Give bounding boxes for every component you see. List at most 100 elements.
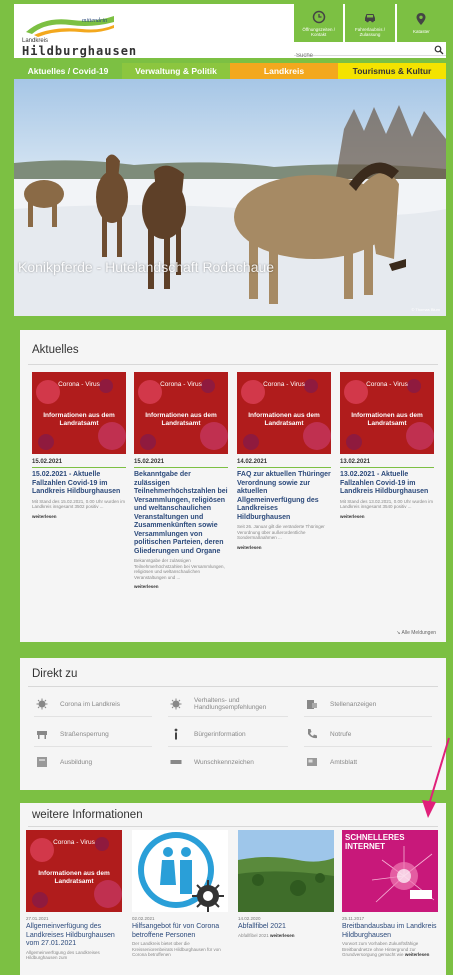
corona-news-image: Corona - Virus Informationen aus dem Lan… bbox=[134, 372, 228, 454]
direkt-item-label: Bürgerinformation bbox=[194, 730, 246, 738]
read-more-link[interactable]: weiterlesen bbox=[237, 545, 331, 550]
corona-news-image: Corona - Virus Informationen aus dem Lan… bbox=[32, 372, 126, 454]
nav-item-landkreis[interactable]: Landkreis bbox=[230, 63, 338, 79]
direkt-item-label: Stellenanzeigen bbox=[330, 700, 377, 708]
newspaper-icon bbox=[307, 758, 317, 766]
news-title[interactable]: Bekanntgabe der zulässigen Teilnehmerhöc… bbox=[134, 471, 228, 556]
info-title[interactable]: Breitbandausbau im Landkreis Hildburghau… bbox=[342, 923, 438, 940]
all-news-label: Alle Meldungen bbox=[401, 630, 436, 636]
logo-big-text: Hildburghausen bbox=[22, 44, 138, 58]
hero-credit: © Thomas Blum bbox=[411, 307, 440, 312]
hero-caption: Konikpferde - Hutelandschaft Rodachaue bbox=[18, 259, 275, 275]
seniors-icon bbox=[138, 832, 224, 912]
main-nav: Aktuelles / Covid-19 Verwaltung & Politi… bbox=[14, 63, 446, 79]
nav-item-verwaltung[interactable]: Verwaltung & Politik bbox=[122, 63, 230, 79]
news-date: 13.02.2021 bbox=[340, 459, 434, 468]
direkt-item-label: Verhaltens- und Handlungsempfehlungen bbox=[194, 697, 267, 711]
news-excerpt: Bekanntgabe der zulässigen Teilnehmerhöc… bbox=[134, 558, 225, 580]
direkt-item-wunschkennzeichen[interactable]: Wunschkennzeichen bbox=[170, 754, 254, 770]
divider bbox=[28, 686, 438, 687]
read-more-link[interactable]: weiterlesen bbox=[134, 584, 228, 589]
hero-image bbox=[14, 79, 446, 316]
phone-icon bbox=[308, 729, 317, 739]
info-date: 02.02.2021 bbox=[132, 916, 155, 921]
education-icon bbox=[37, 757, 47, 767]
direkt-item-ausbildung[interactable]: Ausbildung bbox=[36, 754, 92, 770]
info-excerpt: Vorwort zum Vorhaben Zukunftsfähige Brei… bbox=[342, 941, 438, 958]
read-more-link[interactable]: weiterlesen bbox=[32, 514, 126, 519]
image-text: Informationen aus dem Landratsamt bbox=[351, 412, 423, 427]
divider bbox=[304, 716, 432, 717]
direkt-item-stellenanzeigen[interactable]: Stellenanzeigen bbox=[306, 696, 376, 712]
direkt-item-label: Notrufe bbox=[330, 730, 352, 738]
aktuelles-title: Aktuelles bbox=[32, 344, 79, 356]
direkt-item-amtsblatt[interactable]: Amtsblatt bbox=[306, 754, 357, 770]
image-text: Informationen aus dem Landratsamt bbox=[248, 412, 320, 427]
direkt-item-label: Amtsblatt bbox=[330, 758, 358, 766]
direkt-item-verhaltensempfehlungen[interactable]: Verhaltens- und Handlungsempfehlungen bbox=[170, 696, 289, 712]
image-text: Informationen aus dem Landratsamt bbox=[145, 412, 217, 427]
news-card[interactable]: Corona - Virus Informationen aus dem Lan… bbox=[32, 372, 126, 519]
read-more-link[interactable]: weiterlesen bbox=[405, 952, 430, 957]
divider bbox=[28, 826, 438, 827]
corona-news-image: Corona - Virus Informationen aus dem Lan… bbox=[237, 372, 331, 454]
direkt-item-strassensperrung[interactable]: Straßensperrung bbox=[36, 726, 109, 742]
info-card[interactable]: 02.02.2021 Hilfsangebot für von Corona b… bbox=[132, 830, 228, 958]
network-burst-icon bbox=[371, 846, 435, 903]
seniors-help-image bbox=[132, 830, 228, 912]
quick-link-label: Kataster bbox=[412, 29, 430, 34]
site-header: mittendrin Landkreis Hildburghausen Öffn… bbox=[14, 4, 446, 62]
corona-news-image: Corona - Virus Informationen aus dem Lan… bbox=[340, 372, 434, 454]
news-card[interactable]: Corona - Virus Informationen aus dem Lan… bbox=[134, 372, 228, 589]
direkt-zu-panel: Direkt zu Corona im Landkreis Verhaltens… bbox=[20, 658, 446, 790]
info-title[interactable]: Hilfsangebot für von Corona betroffene P… bbox=[132, 923, 228, 940]
direkt-item-notrufe[interactable]: Notrufe bbox=[306, 726, 351, 742]
divider bbox=[304, 746, 432, 747]
image-heading: Corona - Virus bbox=[53, 839, 95, 846]
search-input[interactable] bbox=[294, 50, 424, 62]
read-more-link[interactable]: weiterlesen bbox=[270, 933, 295, 938]
news-excerpt: Seit 26. Januar gilt die veränderte Thür… bbox=[237, 524, 325, 540]
quick-link-opening-hours[interactable]: Öffnungszeiten / Kontakt bbox=[294, 4, 344, 42]
quick-link-driving-license[interactable]: Fahrerlaubnis / Zulassung bbox=[345, 4, 395, 42]
nav-item-tourismus[interactable]: Tourismus & Kultur bbox=[338, 63, 446, 79]
info-card[interactable]: Corona - Virus Informationen aus dem Lan… bbox=[26, 830, 122, 961]
direkt-item-label: Wunschkennzeichen bbox=[194, 758, 254, 766]
job-icon bbox=[307, 700, 317, 709]
landscape-photo bbox=[238, 830, 334, 912]
news-card[interactable]: Corona - Virus Informationen aus dem Lan… bbox=[237, 372, 331, 550]
news-title[interactable]: FAQ zur aktuellen Thüringer Verordnung s… bbox=[237, 471, 331, 522]
direkt-item-label: Corona im Landkreis bbox=[60, 700, 120, 708]
info-title[interactable]: Allgemeinverfügung des Landkreises Hildb… bbox=[26, 923, 122, 949]
news-card[interactable]: Corona - Virus Informationen aus dem Lan… bbox=[340, 372, 434, 519]
aktuelles-panel: Aktuelles Corona - Virus Informationen a… bbox=[20, 330, 446, 642]
site-logo[interactable]: mittendrin Landkreis Hildburghausen bbox=[22, 10, 142, 58]
all-news-link[interactable]: ↘ Alle Meldungen bbox=[396, 630, 436, 636]
nav-item-aktuelles[interactable]: Aktuelles / Covid-19 bbox=[14, 63, 122, 79]
news-excerpt: Mit Stand des 15.02.2021, 0.00 Uhr wurde… bbox=[32, 498, 126, 510]
info-card[interactable]: SCHNELLERES INTERNET 25.11.2017 Breitban… bbox=[342, 830, 438, 958]
broadband-image: SCHNELLERES INTERNET bbox=[342, 830, 438, 912]
corona-info-image: Corona - Virus Informationen aus dem Lan… bbox=[26, 830, 122, 912]
image-heading: Corona - Virus bbox=[366, 381, 408, 388]
quick-link-cadastre[interactable]: Kataster bbox=[396, 4, 446, 42]
direkt-item-buergerinformation[interactable]: Bürgerinformation bbox=[170, 726, 246, 742]
search-icon[interactable] bbox=[434, 45, 444, 55]
read-more-link[interactable]: weiterlesen bbox=[340, 514, 434, 519]
virus-icon bbox=[170, 698, 182, 710]
direkt-item-corona[interactable]: Corona im Landkreis bbox=[36, 696, 120, 712]
hero-slider[interactable]: Konikpferde - Hutelandschaft Rodachaue ©… bbox=[14, 79, 446, 316]
info-card[interactable]: 14.02.2020 Abfallfibel 2021 Abfallfibel … bbox=[238, 830, 334, 938]
info-icon bbox=[174, 728, 178, 740]
location-pin-icon bbox=[416, 13, 426, 25]
news-date: 15.02.2021 bbox=[134, 459, 228, 468]
image-text: Informationen aus dem Landratsamt bbox=[43, 412, 115, 427]
news-excerpt: Mit Stand des 13.02.2021, 0.00 Uhr wurde… bbox=[340, 498, 434, 510]
info-title[interactable]: Abfallfibel 2021 bbox=[238, 923, 334, 932]
news-title[interactable]: 15.02.2021 - Aktuelle Fallzahlen Covid-1… bbox=[32, 471, 126, 497]
news-date: 14.02.2021 bbox=[237, 459, 331, 468]
info-date: 25.11.2017 bbox=[342, 916, 365, 921]
news-title[interactable]: 13.02.2021 - Aktuelle Fallzahlen Covid-1… bbox=[340, 471, 434, 497]
search-bar bbox=[294, 44, 446, 62]
quick-link-label: Fahrerlaubnis / Zulassung bbox=[354, 26, 385, 37]
